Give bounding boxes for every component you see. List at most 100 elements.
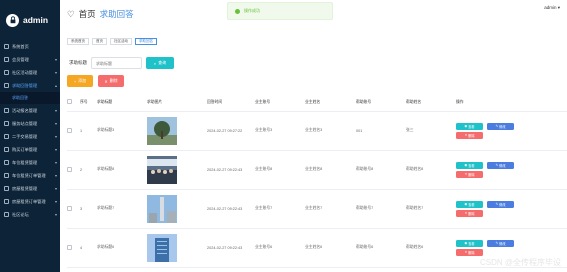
menu-icon [4, 83, 9, 88]
view-label: 查看 [468, 241, 475, 246]
edit-button[interactable]: ✎ 修改 [487, 200, 514, 208]
page-title: ♡ 首页 求助回答 [67, 8, 134, 20]
cell-owner-account: 业主账号7 [255, 189, 305, 229]
help-image [147, 233, 207, 262]
cell-title: 求助标题3 [97, 111, 147, 151]
view-button[interactable]: ◉ 查看 [456, 161, 483, 169]
user-menu[interactable]: admin ▾ [544, 5, 560, 11]
sidebar-item[interactable]: 求助回答管理 ▴ [0, 79, 60, 92]
sidebar-item[interactable]: 购买订单管理 ▾ [0, 143, 60, 156]
table-row: 1 求助标题3 2024-02-27 09:27:22 业主账号3 业主姓名3 001 张三… [67, 111, 567, 151]
sidebar-item[interactable]: 活动报名管理 ▾ [0, 104, 60, 117]
sidebar-item[interactable]: 二手交易管理 ▾ [0, 130, 60, 143]
delete-label: 删除 [468, 133, 475, 138]
help-image [147, 194, 207, 223]
main-content: ♡ 首页 求助回答 操作成功 admin ▾ 系统首页 首页 社区活动 求助回答 求助… [60, 0, 567, 272]
edit-label: 修改 [499, 202, 506, 207]
add-button-label: 添加 [78, 78, 87, 83]
cell-time: 2024-02-27 09:22:43 [207, 150, 255, 190]
chevron-icon: ▾ [54, 173, 57, 178]
chevron-icon: ▾ [54, 70, 57, 75]
delete-label: 删除 [468, 250, 475, 255]
data-table: 序号 求助标题 求助图片 回答时间 业主账号 业主姓名 帮助账号 帮助姓名 操作… [67, 94, 567, 268]
delete-button[interactable]: ✕ 删除 [456, 248, 483, 256]
search-input[interactable] [91, 57, 142, 69]
pencil-icon: ✎ [495, 241, 499, 245]
breadcrumb-current: 求助回答 [99, 9, 134, 19]
select-all-checkbox[interactable] [67, 94, 80, 112]
sidebar: admin 系统首页 会员管理 ▾ 社区活动管理 ▾ 求助回答管理 ▴ 求助回答 活动报名管理 ▾… [0, 0, 60, 272]
trash-icon: ✕ [464, 250, 468, 254]
menu-icon [4, 173, 9, 178]
sidebar-item[interactable]: 车位租赁管理 ▾ [0, 156, 60, 169]
menu-icon [4, 186, 9, 191]
tag-tab[interactable]: 首页 [92, 38, 107, 45]
trash-icon: ✕ [464, 172, 468, 176]
delete-button[interactable]: ✕ 删除 [456, 170, 483, 178]
sidebar-item[interactable]: 系统首页 [0, 40, 60, 53]
user-name: admin [544, 5, 557, 10]
cell-helper-account: 帮助账号7 [356, 189, 406, 229]
cell-helper-name: 帮助姓名8 [406, 150, 456, 190]
sidebar-item-label: 服务站点管理 [12, 120, 38, 126]
success-toast: 操作成功 [227, 2, 333, 20]
cell-index: 1 [80, 111, 97, 151]
sidebar-item[interactable]: 车位租赁订单管理 ▾ [0, 169, 60, 182]
chevron-icon: ▾ [54, 160, 57, 165]
trash-icon: ✕ [104, 78, 108, 84]
batch-delete-label: 删除 [109, 78, 118, 83]
delete-button[interactable]: ✕ 删除 [456, 209, 483, 217]
view-button[interactable]: ◉ 查看 [456, 122, 483, 130]
cell-owner-account: 业主账号8 [255, 150, 305, 190]
menu-icon [4, 212, 9, 217]
view-label: 查看 [468, 163, 475, 168]
sidebar-item-label: 会员管理 [12, 56, 29, 62]
cell-owner-name: 业主姓名6 [305, 228, 356, 268]
sidebar-item[interactable]: 房屋租赁管理 ▾ [0, 182, 60, 195]
search-icon: ⌕ [153, 60, 157, 66]
delete-button[interactable]: ✕ 删除 [456, 131, 483, 139]
sidebar-item[interactable]: 社区活动管理 ▾ [0, 66, 60, 79]
sidebar-item[interactable]: 服务站点管理 ▾ [0, 117, 60, 130]
cell-image [147, 228, 207, 268]
batch-delete-button[interactable]: ✕ 删除 [98, 75, 124, 87]
breadcrumb-home[interactable]: 首页 [79, 8, 96, 20]
add-button[interactable]: + 添加 [67, 75, 93, 87]
sidebar-item[interactable]: 社区论坛 ▾ [0, 208, 60, 221]
cell-index: 3 [80, 189, 97, 229]
tag-tab[interactable]: 社区活动 [110, 38, 132, 45]
edit-button[interactable]: ✎ 修改 [487, 239, 514, 247]
search-button[interactable]: ⌕ 查询 [146, 57, 174, 69]
row-checkbox[interactable] [67, 150, 80, 190]
edit-button[interactable]: ✎ 修改 [487, 122, 514, 130]
row-checkbox[interactable] [67, 189, 80, 229]
tag-tab[interactable]: 求助回答 [135, 38, 157, 45]
menu-icon [4, 57, 9, 62]
col-header: 帮助姓名 [406, 94, 456, 112]
col-header: 业主姓名 [305, 94, 356, 112]
submenu-item[interactable]: 求助回答 [0, 92, 60, 104]
trash-icon: ✕ [464, 211, 468, 215]
cell-title: 求助标题6 [97, 228, 147, 268]
cell-owner-account: 业主账号6 [255, 228, 305, 268]
tag-tab[interactable]: 系统首页 [67, 38, 89, 45]
cell-ops: ◉ 查看 ✎ 修改 ✕ 删除 [456, 189, 567, 229]
edit-label: 修改 [499, 241, 506, 246]
sidebar-item[interactable]: 房屋租赁订单管理 ▾ [0, 195, 60, 208]
sidebar-item-label: 房屋租赁订单管理 [12, 198, 46, 204]
view-button[interactable]: ◉ 查看 [456, 239, 483, 247]
view-label: 查看 [468, 124, 475, 129]
cell-ops: ◉ 查看 ✎ 修改 ✕ 删除 [456, 150, 567, 190]
menu-icon [4, 108, 9, 113]
delete-label: 删除 [468, 172, 475, 177]
row-checkbox[interactable] [67, 228, 80, 268]
edit-label: 修改 [499, 124, 506, 129]
col-header: 求助图片 [147, 94, 207, 112]
view-button[interactable]: ◉ 查看 [456, 200, 483, 208]
cell-index: 4 [80, 228, 97, 268]
edit-button[interactable]: ✎ 修改 [487, 161, 514, 169]
row-checkbox[interactable] [67, 111, 80, 151]
table-body: 1 求助标题3 2024-02-27 09:27:22 业主账号3 业主姓名3 001 张三… [67, 111, 567, 268]
sidebar-item[interactable]: 会员管理 ▾ [0, 53, 60, 66]
cell-title: 求助标题8 [97, 150, 147, 190]
